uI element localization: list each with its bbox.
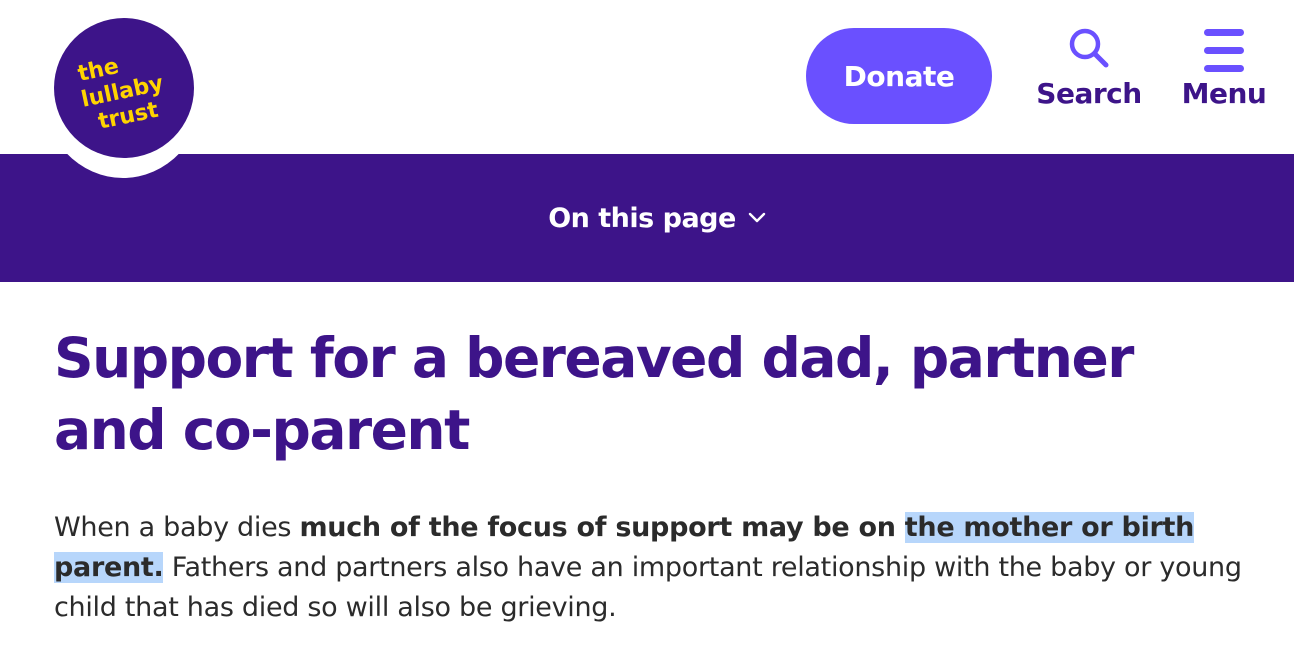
menu-button[interactable]: Menu <box>1181 26 1267 110</box>
search-icon <box>1069 28 1109 68</box>
intro-text-end: Fathers and partners also have an import… <box>54 552 1242 623</box>
on-this-page-toggle[interactable]: On this page <box>548 203 766 234</box>
on-this-page-label: On this page <box>548 202 736 234</box>
hamburger-menu-icon <box>1204 29 1244 72</box>
intro-text-start: When a baby dies <box>54 512 300 543</box>
intro-bold-text: much of the focus of support may be on <box>299 512 905 543</box>
chevron-down-icon <box>748 212 766 223</box>
search-button[interactable]: Search <box>1036 26 1142 108</box>
on-this-page-bar: On this page <box>0 154 1294 282</box>
menu-label: Menu <box>1181 77 1267 110</box>
donate-button[interactable]: Donate <box>806 28 992 124</box>
main-content: Support for a bereaved dad, partner and … <box>54 322 1254 628</box>
intro-paragraph: When a baby dies much of the focus of su… <box>54 508 1244 628</box>
logo-graphic: the lullaby trust <box>76 54 166 135</box>
page-title: Support for a bereaved dad, partner and … <box>54 326 1134 462</box>
site-header: the lullaby trust Donate Search Menu <box>0 0 1294 178</box>
lullaby-trust-logo[interactable]: the lullaby trust <box>54 18 194 158</box>
search-label: Search <box>1036 77 1142 110</box>
